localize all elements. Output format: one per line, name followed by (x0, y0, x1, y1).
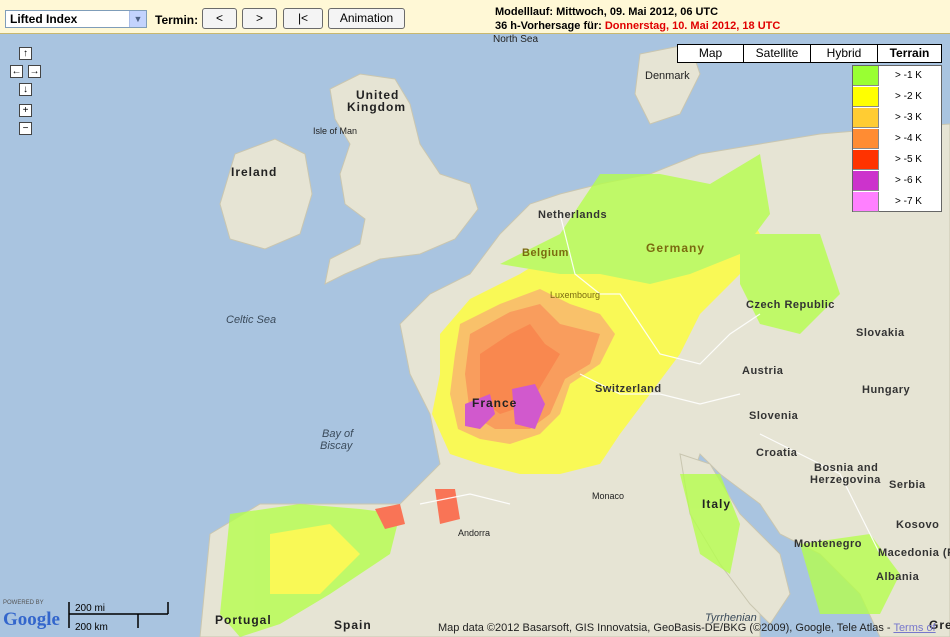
parameter-select-value: Lifted Index (10, 12, 78, 26)
scale-miles: 200 mi (75, 603, 106, 614)
legend-swatch (853, 171, 879, 191)
legend-row: > -7 K (853, 192, 941, 213)
zoom-in-button[interactable]: + (19, 104, 32, 117)
powered-by-text: POWERED BY (3, 600, 44, 606)
previous-button[interactable]: < (202, 8, 237, 29)
legend-swatch (853, 66, 879, 86)
label-celtic-sea: Celtic Sea (226, 314, 277, 326)
legend-row: > -2 K (853, 87, 941, 108)
label-hungary: Hungary (862, 384, 911, 396)
label-serbia: Serbia (889, 479, 926, 491)
label-bay-of: Bay of (322, 428, 354, 440)
pan-left-button[interactable]: ← (10, 65, 23, 78)
legend-swatch (853, 192, 879, 212)
legend-row: > -6 K (853, 171, 941, 192)
label-switzerland: Switzerland (595, 383, 662, 395)
label-ireland: Ireland (231, 165, 278, 179)
legend-label: > -7 K (895, 196, 922, 207)
google-logo-text: Google (3, 609, 60, 630)
label-andorra: Andorra (458, 528, 491, 538)
map-view[interactable]: North Sea Denmark United Kingdom Isle of… (0, 34, 950, 637)
model-run-info: Modelllauf: Mittwoch, 09. Mai 2012, 06 U… (495, 6, 719, 18)
label-italy: Italy (702, 497, 732, 511)
terms-link[interactable]: Terms of (893, 622, 935, 634)
legend-swatch (853, 150, 879, 170)
label-denmark: Denmark (645, 70, 690, 82)
label-belgium: Belgium (522, 247, 569, 259)
label-croatia: Croatia (756, 447, 798, 459)
maptype-map-button[interactable]: Map (677, 44, 744, 63)
legend-swatch (853, 108, 879, 128)
pan-right-button[interactable]: → (28, 65, 41, 78)
termin-label: Termin: (155, 13, 199, 27)
label-kosovo: Kosovo (896, 519, 940, 531)
label-slovenia: Slovenia (749, 410, 799, 422)
forecast-date: Donnerstag, 10. Mai 2012, 18 UTC (604, 20, 781, 32)
scale-km: 200 km (75, 622, 108, 633)
label-germany: Germany (646, 241, 706, 255)
pan-down-button[interactable]: ↓ (19, 83, 32, 96)
legend-label: > -5 K (895, 154, 922, 165)
animation-button[interactable]: Animation (328, 8, 405, 29)
legend-label: > -3 K (895, 112, 922, 123)
maptype-hybrid-button[interactable]: Hybrid (810, 44, 878, 63)
label-herzegovina: Herzegovina (810, 474, 881, 486)
label-luxembourg: Luxembourg (550, 290, 601, 300)
label-slovakia: Slovakia (856, 327, 905, 339)
label-austria: Austria (742, 365, 784, 377)
legend-label: > -4 K (895, 133, 922, 144)
forecast-info: 36 h-Vorhersage für: Donnerstag, 10. Mai… (495, 20, 780, 32)
attribution-text: Map data ©2012 Basarsoft, GIS Innovatsia… (438, 622, 891, 634)
first-button[interactable]: |< (283, 8, 323, 29)
legend-row: > -5 K (853, 150, 941, 171)
legend-label: > -6 K (895, 175, 922, 186)
lifted-index-legend: > -1 K > -2 K > -3 K > -4 K > -5 K > -6 … (852, 65, 942, 212)
label-czech-republic: Czech Republic (746, 299, 835, 311)
label-monaco: Monaco (592, 491, 625, 501)
legend-row: > -3 K (853, 108, 941, 129)
legend-swatch (853, 87, 879, 107)
label-macedonia: Macedonia (F (878, 547, 950, 559)
label-spain: Spain (334, 618, 372, 632)
label-kingdom: Kingdom (347, 100, 406, 114)
legend-row: > -1 K (853, 66, 941, 87)
legend-row: > -4 K (853, 129, 941, 150)
label-biscay: Biscay (320, 440, 353, 452)
maptype-satellite-button[interactable]: Satellite (743, 44, 811, 63)
parameter-select[interactable]: Lifted Index ▼ (5, 10, 147, 28)
label-portugal: Portugal (215, 613, 272, 627)
label-montenegro: Montenegro (794, 538, 862, 550)
label-isle-of-man: Isle of Man (313, 126, 358, 136)
maptype-terrain-button[interactable]: Terrain (877, 44, 942, 63)
forecast-prefix: 36 h-Vorhersage für: (495, 20, 602, 32)
label-albania: Albania (876, 571, 920, 583)
legend-label: > -1 K (895, 70, 922, 81)
google-logo[interactable]: Google (3, 609, 60, 631)
zoom-out-button[interactable]: − (19, 122, 32, 135)
next-button[interactable]: > (242, 8, 277, 29)
label-france: France (472, 396, 518, 410)
label-north-sea: North Sea (493, 34, 539, 45)
label-bosnia: Bosnia and (814, 462, 879, 474)
pan-up-button[interactable]: ↑ (19, 47, 32, 60)
map-attribution: Map data ©2012 Basarsoft, GIS Innovatsia… (438, 622, 936, 634)
legend-label: > -2 K (895, 91, 922, 102)
toolbar: Lifted Index ▼ Termin: < > |< Animation … (0, 0, 950, 34)
legend-swatch (853, 129, 879, 149)
chevron-down-icon[interactable]: ▼ (129, 11, 146, 27)
label-netherlands: Netherlands (538, 209, 608, 221)
